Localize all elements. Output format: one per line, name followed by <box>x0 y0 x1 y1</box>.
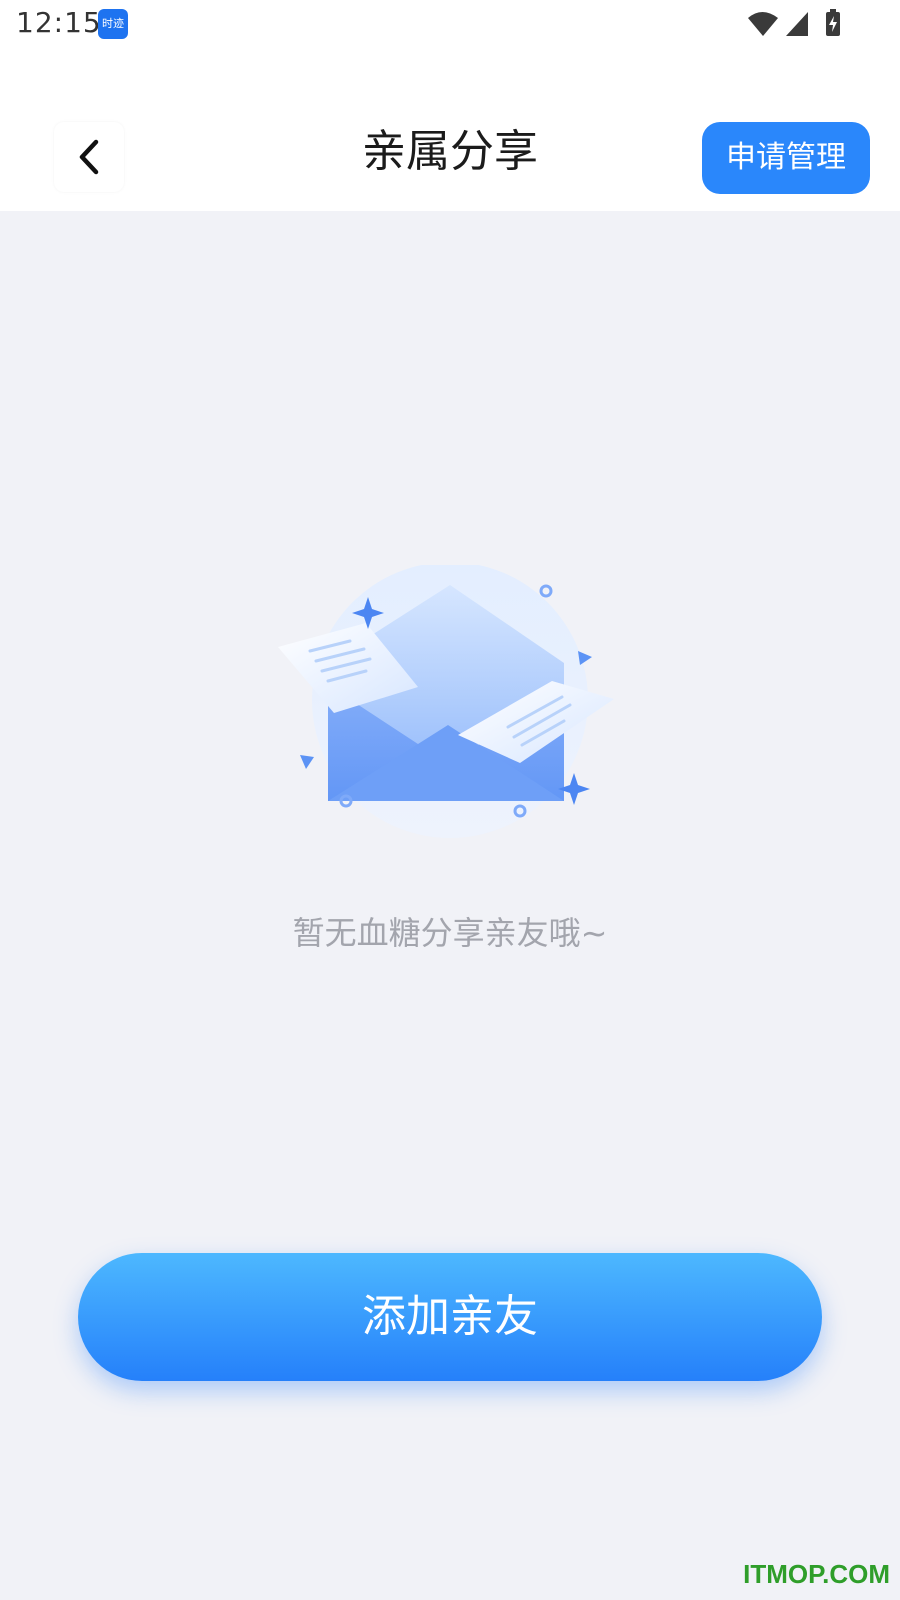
wifi-icon <box>748 12 778 36</box>
status-icons <box>748 9 840 36</box>
empty-state-message: 暂无血糖分享亲友哦~ <box>292 914 608 952</box>
add-relative-button[interactable]: 添加亲友 <box>78 1253 822 1381</box>
envelope-with-letters-icon <box>278 565 614 838</box>
apply-manage-button[interactable]: 申请管理 <box>702 122 870 194</box>
status-time: 12:15 <box>16 6 102 39</box>
battery-charging-icon <box>826 9 840 36</box>
top-bar: 12:15 时迹 亲属分享 申请管理 <box>0 0 900 211</box>
app-notification-badge: 时迹 <box>98 9 128 39</box>
cell-signal-icon <box>786 12 808 36</box>
watermark: ITMOP.COM <box>743 1559 890 1589</box>
